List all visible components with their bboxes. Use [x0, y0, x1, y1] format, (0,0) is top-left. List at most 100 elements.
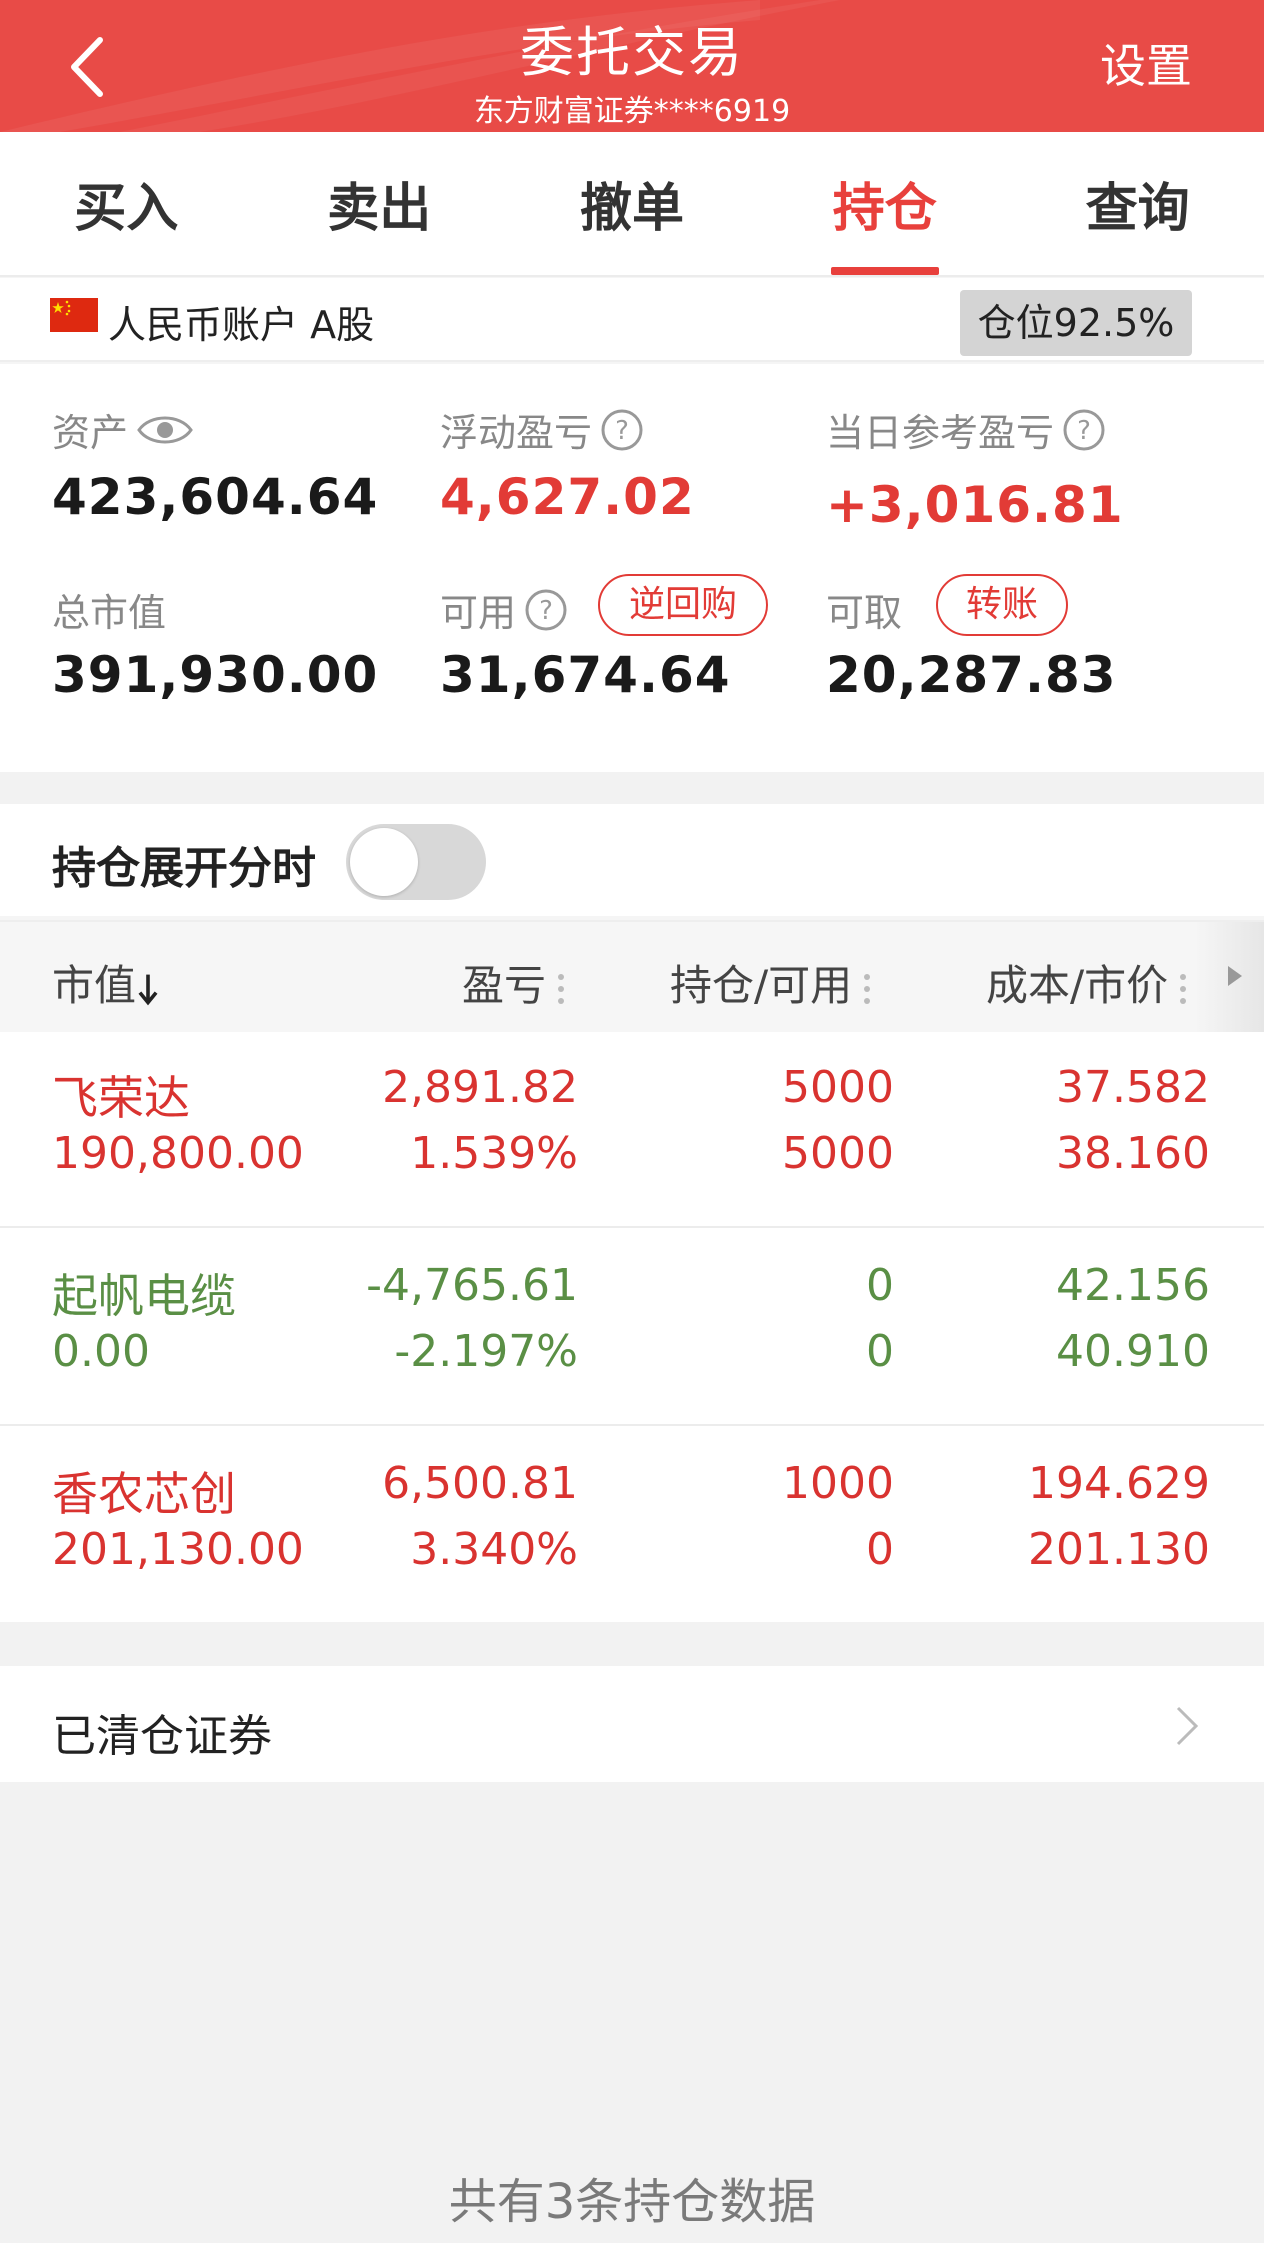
tab-buy[interactable]: 买入	[0, 132, 253, 275]
column-header-market-value[interactable]: 市值	[52, 952, 160, 1013]
floating-pl-label-group: 浮动盈亏 ?	[440, 402, 644, 457]
sort-down-icon	[138, 974, 158, 1005]
china-flag-icon	[50, 298, 98, 332]
assets-label-group: 资产	[52, 402, 194, 457]
stock-available: 0	[866, 1524, 894, 1575]
floating-pl-value: 4,627.02	[440, 468, 695, 526]
expand-intraday-label: 持仓展开分时	[52, 843, 316, 894]
header-bar: 委托交易 东方财富证券****6919 设置	[0, 0, 1264, 132]
tab-holdings[interactable]: 持仓	[758, 132, 1011, 275]
tab-label: 查询	[1085, 179, 1190, 239]
stock-price: 40.910	[1056, 1326, 1210, 1377]
table-row[interactable]: 飞荣达 190,800.00 2,891.82 1.539% 5000 5000…	[0, 1032, 1264, 1228]
stock-available: 0	[866, 1326, 894, 1377]
stock-pl: 2,891.82	[382, 1062, 578, 1113]
stock-holding: 5000	[782, 1062, 894, 1113]
footer-area: 共有3条持仓数据	[0, 1782, 1264, 2243]
tab-query[interactable]: 查询	[1011, 132, 1264, 275]
help-icon[interactable]: ?	[600, 408, 644, 452]
tab-label: 持仓	[832, 179, 937, 239]
eye-icon[interactable]	[136, 410, 194, 450]
column-header-label: 盈亏	[462, 961, 547, 1010]
active-tab-indicator	[830, 267, 939, 275]
stock-cost: 194.629	[1028, 1458, 1210, 1509]
cleared-securities-link[interactable]: 已清仓证券	[0, 1666, 1264, 1782]
account-type-label: 人民币账户 A股	[108, 303, 375, 347]
floating-pl-label: 浮动盈亏	[440, 411, 593, 455]
sort-handle-icon	[1180, 973, 1187, 1004]
column-header-label: 持仓/可用	[670, 961, 853, 1010]
trade-tabs: 买入 卖出 撤单 持仓 查询	[0, 132, 1264, 277]
available-value: 31,674.64	[440, 646, 731, 704]
stock-pl: -4,765.61	[366, 1260, 578, 1311]
sort-handle-icon	[558, 973, 565, 1004]
position-ratio-badge[interactable]: 仓位92.5%	[960, 290, 1192, 356]
holdings-list: 飞荣达 190,800.00 2,891.82 1.539% 5000 5000…	[0, 1032, 1264, 1622]
stock-name: 飞荣达	[52, 1071, 190, 1125]
section-divider	[0, 1622, 1264, 1666]
daily-pl-value: +3,016.81	[826, 476, 1124, 534]
transfer-button[interactable]: 转账	[936, 574, 1068, 636]
settings-button[interactable]: 设置	[1100, 30, 1192, 96]
available-label-group: 可用 ?	[440, 582, 568, 637]
tab-label: 买入	[74, 179, 179, 239]
tab-label: 卖出	[327, 179, 432, 239]
stock-cost: 42.156	[1056, 1260, 1210, 1311]
holdings-table-header: 市值 盈亏 持仓/可用 成本/市价	[0, 920, 1264, 1034]
toggle-knob	[350, 828, 418, 896]
column-header-holding[interactable]: 持仓/可用	[670, 952, 872, 1013]
stock-price: 201.130	[1028, 1524, 1210, 1575]
cleared-securities-label: 已清仓证券	[52, 1711, 272, 1762]
table-row[interactable]: 起帆电缆 0.00 -4,765.61 -2.197% 0 0 42.156 4…	[0, 1230, 1264, 1426]
stock-holding: 1000	[782, 1458, 894, 1509]
stock-pl-pct: -2.197%	[394, 1326, 578, 1377]
tab-cancel[interactable]: 撤单	[506, 132, 759, 275]
withdrawable-value: 20,287.83	[826, 646, 1117, 704]
stock-market-value: 0.00	[52, 1326, 150, 1377]
page-title: 委托交易	[520, 21, 744, 84]
stock-pl: 6,500.81	[382, 1458, 578, 1509]
column-header-pl[interactable]: 盈亏	[462, 952, 566, 1013]
daily-pl-label: 当日参考盈亏	[826, 411, 1055, 455]
tab-label: 撤单	[579, 179, 684, 239]
expand-intraday-toggle[interactable]	[346, 824, 486, 900]
stock-pl-pct: 1.539%	[410, 1128, 578, 1179]
tab-sell[interactable]: 卖出	[253, 132, 506, 275]
market-value: 391,930.00	[52, 646, 379, 704]
assets-label: 资产	[52, 411, 129, 455]
assets-value: 423,604.64	[52, 468, 379, 526]
app-root: 委托交易 东方财富证券****6919 设置 买入 卖出 撤单 持仓 查询 人民…	[0, 0, 1264, 2243]
stock-pl-pct: 3.340%	[410, 1524, 578, 1575]
withdrawable-label: 可取	[826, 591, 903, 635]
holdings-count-text: 共有3条持仓数据	[448, 2174, 816, 2230]
column-header-cost-price[interactable]: 成本/市价	[986, 952, 1188, 1013]
stock-price: 38.160	[1056, 1128, 1210, 1179]
sort-handle-icon	[864, 973, 871, 1004]
svg-text:?: ?	[615, 416, 629, 446]
help-icon[interactable]: ?	[524, 588, 568, 632]
stock-name: 起帆电缆	[52, 1269, 236, 1323]
chevron-right-icon	[1176, 1706, 1199, 1746]
stock-name: 香农芯创	[52, 1467, 236, 1521]
market-value-label: 总市值	[52, 591, 167, 635]
available-label: 可用	[440, 591, 517, 635]
scroll-right-icon[interactable]	[1214, 956, 1254, 996]
asset-summary: 资产 423,604.64 浮动盈亏 ? 4,627.02 当日参考盈亏 ? +…	[0, 364, 1264, 772]
svg-text:?: ?	[1077, 416, 1091, 446]
daily-pl-label-group: 当日参考盈亏 ?	[826, 402, 1106, 457]
expand-intraday-row: 持仓展开分时	[0, 804, 1264, 916]
stock-cost: 37.582	[1056, 1062, 1210, 1113]
svg-text:?: ?	[539, 596, 553, 626]
help-icon[interactable]: ?	[1062, 408, 1106, 452]
stock-market-value: 201,130.00	[52, 1524, 304, 1575]
account-subtitle: 东方财富证券****6919	[473, 94, 791, 129]
stock-holding: 0	[866, 1260, 894, 1311]
table-row[interactable]: 香农芯创 201,130.00 6,500.81 3.340% 1000 0 1…	[0, 1428, 1264, 1624]
column-header-label: 成本/市价	[986, 961, 1169, 1010]
stock-available: 5000	[782, 1128, 894, 1179]
reverse-repo-button[interactable]: 逆回购	[598, 574, 768, 636]
stock-market-value: 190,800.00	[52, 1128, 304, 1179]
account-row: 人民币账户 A股 仓位92.5%	[0, 278, 1264, 362]
section-divider	[0, 772, 1264, 804]
column-header-label: 市值	[52, 961, 137, 1010]
